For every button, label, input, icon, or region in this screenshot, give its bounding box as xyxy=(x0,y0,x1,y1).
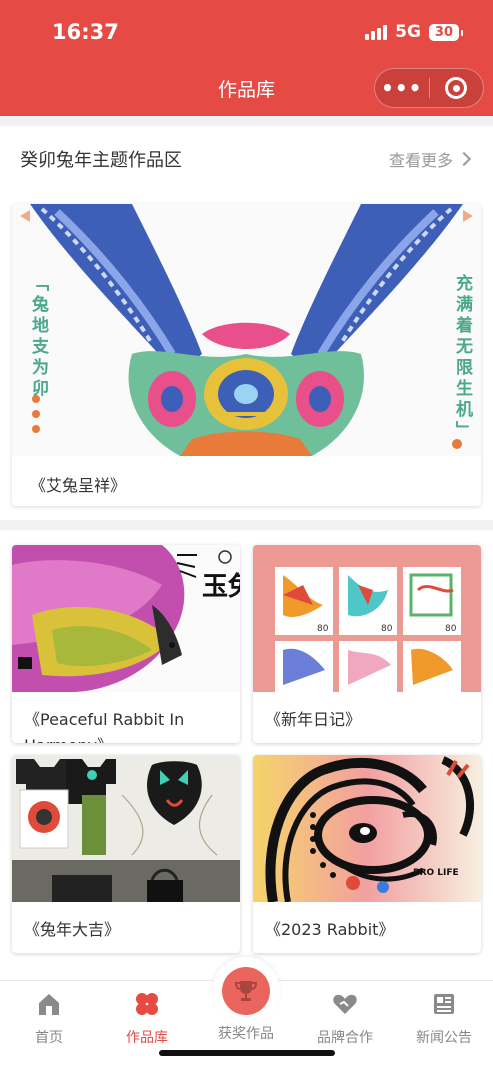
close-mini-program-button[interactable] xyxy=(429,77,483,99)
rabbit-2023-artwork: PRO LIFE xyxy=(253,755,481,902)
view-more-label: 查看更多 xyxy=(388,151,453,170)
mini-program-capsule: ••• xyxy=(374,68,484,108)
view-more-link[interactable]: 查看更多 xyxy=(388,147,472,171)
tab-brand-cooperation[interactable]: 品牌合作 xyxy=(296,991,394,1047)
work-title: 《2023 Rabbit》 xyxy=(265,920,395,939)
target-icon xyxy=(445,77,468,99)
tab-label: 品牌合作 xyxy=(317,1030,373,1046)
home-icon xyxy=(39,994,59,1015)
tab-label: 首页 xyxy=(35,1030,63,1046)
work-title: 《兔年大吉》 xyxy=(24,920,121,939)
handshake-heart-icon xyxy=(333,994,357,1014)
featured-artwork-image: 「兔地支为卯 充满着无限生机」 xyxy=(12,204,481,456)
trophy-icon xyxy=(234,981,258,1001)
work-image xyxy=(12,755,240,902)
work-title: 《Peaceful Rabbit In Harmony》 xyxy=(24,710,185,743)
battery-icon: 30 xyxy=(428,23,464,41)
featured-left-text: 「兔地支为卯 xyxy=(28,274,48,400)
stamp-value: 80 xyxy=(381,624,393,634)
tab-news[interactable]: 新闻公告 xyxy=(395,991,493,1047)
stamp-value: 80 xyxy=(317,624,329,634)
home-indicator[interactable] xyxy=(159,1050,335,1056)
theme-section: 癸卯兔年主题作品区 查看更多 「兔地支为卯 充满着无限生机」 《艾兔呈祥》 xyxy=(0,126,493,520)
stamp-collection-artwork: 80 80 80 xyxy=(253,545,481,692)
work-card[interactable]: 玉兔 《Peaceful Rabbit In Harmony》 xyxy=(12,545,240,743)
newspaper-icon xyxy=(434,994,454,1014)
top-bar: 16:37 5G 30 作品库 ••• xyxy=(0,0,493,116)
work-card[interactable]: 80 80 80 《新年日记》 xyxy=(253,545,481,743)
tab-label: 新闻公告 xyxy=(416,1030,472,1046)
work-image: PRO LIFE xyxy=(253,755,481,902)
work-image: 玉兔 xyxy=(12,545,240,692)
chevron-right-icon xyxy=(456,151,472,167)
awards-center-button[interactable] xyxy=(212,957,280,1025)
work-title: 《新年日记》 xyxy=(265,710,362,729)
work-card[interactable]: PRO LIFE 《2023 Rabbit》 xyxy=(253,755,481,953)
clover-icon xyxy=(136,993,158,1015)
featured-work-card[interactable]: 「兔地支为卯 充满着无限生机」 《艾兔呈祥》 xyxy=(12,204,481,506)
section-title: 癸卯兔年主题作品区 xyxy=(20,150,182,171)
tab-works[interactable]: 作品库 xyxy=(98,991,196,1047)
trophy-button-circle xyxy=(222,967,270,1015)
work-image: 80 80 80 xyxy=(253,545,481,692)
signal-icon xyxy=(365,24,388,40)
artwork-text: 玉兔 xyxy=(202,572,240,602)
featured-work-title: 《艾兔呈祥》 xyxy=(30,476,127,495)
status-time: 16:37 xyxy=(52,20,119,44)
rabbit-merchandise-artwork xyxy=(12,755,240,902)
stamp-value: 80 xyxy=(445,624,457,634)
network-label: 5G xyxy=(395,22,421,42)
jade-rabbit-artwork: 玉兔 xyxy=(12,545,240,692)
more-menu-button[interactable]: ••• xyxy=(375,76,429,100)
rabbit-artwork-illustration xyxy=(20,204,473,456)
tab-label: 作品库 xyxy=(126,1030,168,1046)
tab-label: 获奖作品 xyxy=(218,1026,274,1042)
section-header: 癸卯兔年主题作品区 查看更多 xyxy=(20,146,472,172)
artwork-text: PRO LIFE xyxy=(413,868,459,878)
tab-home[interactable]: 首页 xyxy=(0,991,98,1047)
work-card[interactable]: 《兔年大吉》 xyxy=(12,755,240,953)
status-icons: 5G 30 xyxy=(365,22,464,42)
works-grid: 玉兔 《Peaceful Rabbit In Harmony》 xyxy=(0,530,493,980)
featured-right-text: 充满着无限生机」 xyxy=(452,274,472,442)
